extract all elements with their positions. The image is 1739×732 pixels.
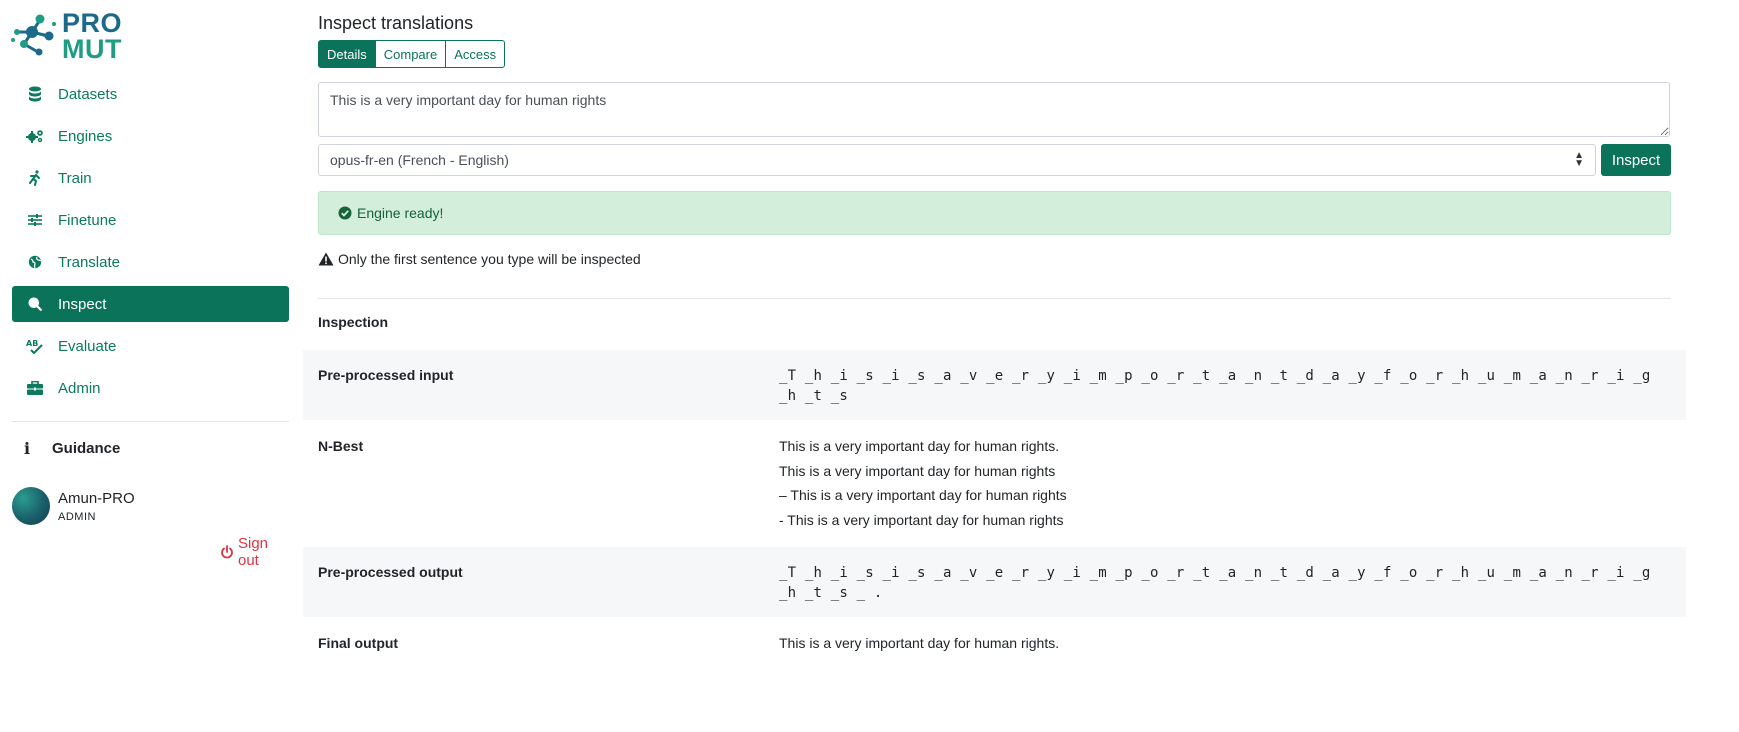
row-label: N-Best xyxy=(318,438,364,454)
power-icon xyxy=(220,545,234,559)
sidebar-item-admin[interactable]: Admin xyxy=(12,370,289,406)
warning-triangle-icon xyxy=(318,252,334,266)
select-caret-icon: ▲ ▼ xyxy=(1574,150,1584,169)
sidebar-nav: Datasets Engines Train Finetune Translat… xyxy=(12,76,289,412)
user-name: Amun-PRO xyxy=(58,489,135,507)
spellcheck-icon: AB xyxy=(26,337,44,355)
sidebar-item-label: Admin xyxy=(58,379,101,397)
engine-status-alert: Engine ready! xyxy=(318,191,1671,235)
sidebar-item-translate[interactable]: Translate xyxy=(12,244,289,280)
tab-details[interactable]: Details xyxy=(318,40,376,68)
nbest-item: – This is a very important day for human… xyxy=(779,487,1067,503)
tab-compare[interactable]: Compare xyxy=(374,40,447,68)
main-content: Inspect translations Details Compare Acc… xyxy=(303,0,1686,732)
sidebar-item-label: Train xyxy=(58,169,92,187)
sign-out-label: Sign out xyxy=(238,535,269,569)
tab-access[interactable]: Access xyxy=(445,40,506,68)
user-profile: Amun-PRO ADMIN xyxy=(12,486,135,526)
row-label: Pre-processed input xyxy=(318,367,454,383)
promut-logo[interactable]: PRO MUT xyxy=(10,8,130,64)
preprocessed-input-value: _T _h _i _s _i _s _a _v _e _r _y _i _m _… xyxy=(779,368,1660,404)
row-preprocessed-output: Pre-processed output _T _h _i _s _i _s _… xyxy=(303,547,1686,617)
globe-icon xyxy=(26,253,44,271)
row-final-output: Final output This is a very important da… xyxy=(303,617,1686,667)
sidebar-item-train[interactable]: Train xyxy=(12,160,289,196)
sidebar-item-label: Translate xyxy=(58,253,120,271)
warning-text: Only the first sentence you type will be… xyxy=(338,251,641,267)
inspection-heading: Inspection xyxy=(318,314,389,330)
user-role: ADMIN xyxy=(58,510,96,523)
info-icon: i xyxy=(23,438,31,458)
sign-out-link[interactable]: Sign out xyxy=(220,535,290,569)
database-icon xyxy=(26,85,44,103)
nbest-list: This is a very important day for human r… xyxy=(779,436,1067,534)
row-label: Final output xyxy=(318,635,399,651)
view-tabs: Details Compare Access xyxy=(318,40,506,68)
sidebar-item-finetune[interactable]: Finetune xyxy=(12,202,289,238)
row-preprocessed-input: Pre-processed input _T _h _i _s _i _s _a… xyxy=(303,350,1686,420)
row-nbest: N-Best This is a very important day for … xyxy=(303,420,1686,547)
row-label: Pre-processed output xyxy=(318,564,463,580)
section-divider xyxy=(318,298,1671,299)
sidebar-item-inspect[interactable]: Inspect xyxy=(12,286,289,322)
check-circle-icon xyxy=(338,206,352,220)
nbest-item: - This is a very important day for human… xyxy=(779,511,1064,528)
gears-icon xyxy=(26,127,44,145)
sidebar-item-guidance[interactable]: i Guidance xyxy=(12,430,289,466)
sidebar-item-label: Engines xyxy=(58,127,113,145)
svg-text:AB: AB xyxy=(26,339,38,348)
source-text-input[interactable]: This is a very important day for human r… xyxy=(318,82,1670,137)
final-output-value: This is a very important day for human r… xyxy=(779,635,1060,651)
sidebar-item-label: Inspect xyxy=(58,295,107,313)
preprocessed-output-value: _T _h _i _s _i _s _a _v _e _r _y _i _m _… xyxy=(779,565,1660,601)
sidebar-item-label: Finetune xyxy=(58,211,117,229)
nbest-item: This is a very important day for human r… xyxy=(779,438,1060,454)
engine-select-value: opus-fr-en (French - English) xyxy=(330,152,509,168)
sidebar-item-datasets[interactable]: Datasets xyxy=(12,76,289,112)
engine-select[interactable]: opus-fr-en (French - English) ▲ ▼ xyxy=(318,144,1596,176)
guidance-label: Guidance xyxy=(52,439,121,457)
sidebar-item-evaluate[interactable]: AB Evaluate xyxy=(12,328,289,364)
avatar xyxy=(12,487,50,525)
sidebar-divider xyxy=(12,421,289,422)
running-icon xyxy=(26,169,44,187)
toolbox-icon xyxy=(26,379,44,397)
inspect-warning: Only the first sentence you type will be… xyxy=(318,251,641,267)
sidebar: PRO MUT Datasets Engines Train Finetune … xyxy=(0,0,290,732)
nbest-item: This is a very important day for human r… xyxy=(779,462,1056,479)
inspect-button[interactable]: Inspect xyxy=(1601,144,1671,176)
logo-wordmark: PRO MUT xyxy=(62,8,123,64)
search-icon xyxy=(26,295,44,313)
alert-text: Engine ready! xyxy=(357,205,444,221)
sidebar-item-label: Evaluate xyxy=(58,337,117,355)
sidebar-item-label: Datasets xyxy=(58,85,118,103)
sidebar-item-engines[interactable]: Engines xyxy=(12,118,289,154)
page-title: Inspect translations xyxy=(318,13,474,33)
logo-molecule-icon xyxy=(11,14,56,56)
sliders-icon xyxy=(26,211,44,229)
